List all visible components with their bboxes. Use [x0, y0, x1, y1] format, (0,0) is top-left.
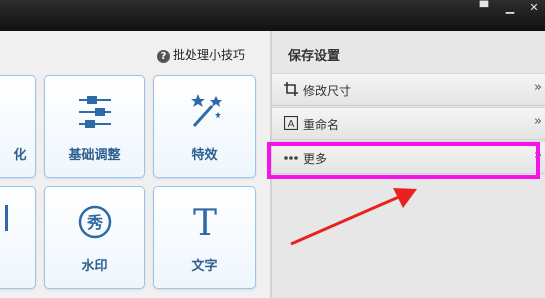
title-bar: ▀ ▁ ✕	[0, 0, 545, 31]
panel-title: 保存设置	[288, 49, 341, 64]
svg-text:A: A	[288, 119, 295, 130]
tile-label: 基础调整	[68, 148, 121, 163]
sliders-icon	[79, 96, 111, 128]
double-chevron-right-icon: »	[534, 80, 542, 95]
row-rename[interactable]: A 重命名 »	[272, 107, 545, 140]
text-T-icon: T	[193, 203, 217, 241]
double-chevron-right-icon: »	[534, 114, 542, 129]
watermark-icon: 秀	[78, 205, 112, 239]
svg-text:秀: 秀	[86, 213, 103, 232]
tool-panel: ? 批处理小技巧 化 基础调整 特效 秀 水印 T 文字	[0, 31, 270, 298]
row-label: 修改尺寸	[303, 84, 352, 98]
highlight-box	[267, 142, 540, 179]
tile-partial-bottom[interactable]	[0, 186, 36, 289]
tile-label: 水印	[81, 259, 108, 274]
tile-label: 特效	[191, 148, 218, 163]
tip-label: 批处理小技巧	[173, 48, 246, 62]
batch-tips-link[interactable]: ? 批处理小技巧	[157, 46, 245, 63]
tile-text[interactable]: T 文字	[153, 186, 256, 289]
tile-label: 文字	[191, 259, 218, 274]
rename-icon: A	[284, 116, 298, 130]
help-icon: ?	[157, 50, 170, 63]
tile-effects[interactable]: 特效	[153, 75, 256, 178]
magic-wand-icon	[191, 94, 222, 128]
red-arrow-annotation	[290, 188, 417, 246]
tile-basic-adjust[interactable]: 基础调整	[44, 75, 145, 178]
partial-icon	[5, 205, 8, 231]
row-label: 重命名	[303, 118, 340, 132]
svg-text:T: T	[193, 203, 217, 241]
tile-watermark[interactable]: 秀 水印	[44, 186, 145, 289]
close-icon[interactable]: ✕	[527, 2, 541, 14]
minimize-icon[interactable]: ▁	[503, 2, 517, 14]
row-resize[interactable]: 修改尺寸 »	[272, 73, 545, 106]
chat-icon[interactable]: ▀	[477, 2, 491, 14]
crop-icon	[284, 82, 298, 96]
tile-label: 化	[13, 148, 27, 163]
tile-partial-top[interactable]: 化	[0, 75, 36, 178]
